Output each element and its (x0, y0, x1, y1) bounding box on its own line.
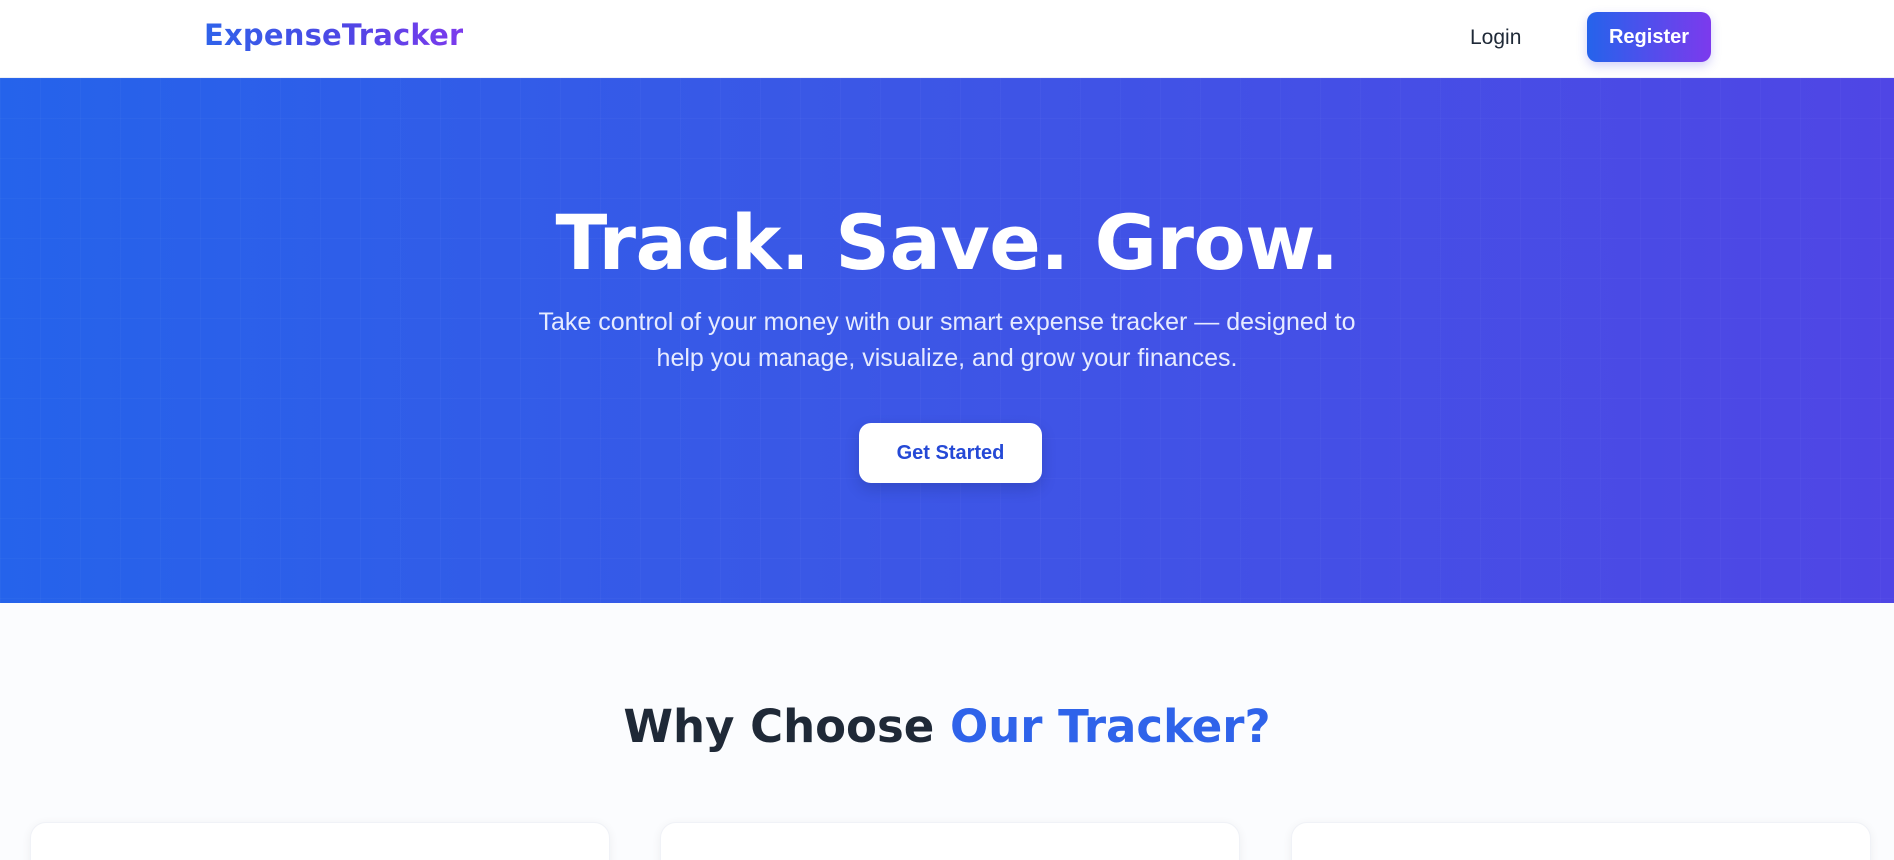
hero-title: Track. Save. Grow. (555, 198, 1339, 287)
register-button[interactable]: Register (1587, 12, 1711, 62)
logo[interactable]: ExpenseTracker (204, 18, 463, 52)
hero-section: Track. Save. Grow. Take control of your … (0, 78, 1894, 603)
feature-card (1291, 822, 1871, 860)
features-heading-accent: Our Tracker? (949, 700, 1271, 753)
features-heading-main: Why Choose (623, 700, 950, 753)
login-link[interactable]: Login (1470, 22, 1521, 54)
get-started-button[interactable]: Get Started (859, 423, 1042, 483)
hero-subtitle: Take control of your money with our smar… (538, 308, 1356, 372)
feature-card (660, 822, 1240, 860)
features-heading: Why Choose Our Tracker? (0, 700, 1894, 753)
navbar: ExpenseTracker Login Register (0, 0, 1894, 78)
feature-card (30, 822, 610, 860)
